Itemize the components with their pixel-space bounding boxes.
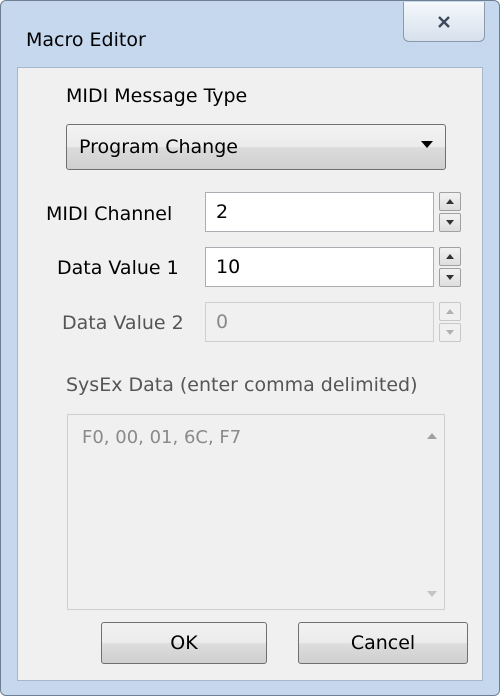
arrow-up-icon bbox=[446, 254, 454, 259]
window-title: Macro Editor bbox=[26, 29, 146, 51]
data-value-1-label: Data Value 1 bbox=[57, 257, 179, 279]
arrow-up-icon bbox=[446, 199, 454, 204]
midi-channel-stepper[interactable] bbox=[439, 192, 461, 232]
ok-button[interactable]: OK bbox=[101, 622, 267, 664]
data-value-1-decrement[interactable] bbox=[439, 268, 461, 287]
sysex-value: F0, 00, 01, 6C, F7 bbox=[82, 427, 242, 448]
arrow-down-icon bbox=[446, 220, 454, 225]
macro-editor-window: Macro Editor MIDI Message Type Program C… bbox=[0, 0, 500, 696]
chevron-down-icon bbox=[421, 141, 433, 148]
midi-channel-decrement[interactable] bbox=[439, 213, 461, 232]
data-value-1-value: 10 bbox=[216, 256, 241, 278]
data-value-2-label: Data Value 2 bbox=[62, 312, 184, 334]
midi-channel-label: MIDI Channel bbox=[46, 203, 173, 225]
scroll-down-icon bbox=[427, 591, 437, 597]
data-value-1-increment[interactable] bbox=[439, 247, 461, 266]
message-type-value: Program Change bbox=[79, 136, 238, 158]
scroll-up-icon bbox=[427, 433, 437, 439]
sysex-textarea: F0, 00, 01, 6C, F7 bbox=[67, 414, 445, 610]
data-value-2-increment bbox=[439, 302, 461, 321]
close-icon bbox=[438, 15, 450, 28]
message-type-dropdown[interactable]: Program Change bbox=[66, 124, 446, 170]
data-value-2-value: 0 bbox=[216, 311, 229, 333]
data-value-2-decrement bbox=[439, 323, 461, 342]
close-button[interactable] bbox=[403, 2, 485, 42]
arrow-up-icon bbox=[446, 309, 454, 314]
midi-channel-increment[interactable] bbox=[439, 192, 461, 211]
arrow-down-icon bbox=[446, 330, 454, 335]
data-value-1-input[interactable]: 10 bbox=[205, 247, 434, 287]
dialog-body: MIDI Message Type Program Change MIDI Ch… bbox=[17, 67, 483, 681]
data-value-1-stepper[interactable] bbox=[439, 247, 461, 287]
message-type-label: MIDI Message Type bbox=[66, 85, 248, 107]
midi-channel-value: 2 bbox=[216, 201, 229, 223]
midi-channel-input[interactable]: 2 bbox=[205, 192, 434, 232]
cancel-button[interactable]: Cancel bbox=[298, 622, 468, 664]
data-value-2-input: 0 bbox=[205, 302, 434, 342]
data-value-2-stepper bbox=[439, 302, 461, 342]
sysex-scrollbar bbox=[418, 415, 444, 609]
arrow-down-icon bbox=[446, 275, 454, 280]
title-bar[interactable]: Macro Editor bbox=[1, 1, 499, 67]
sysex-label: SysEx Data (enter comma delimited) bbox=[66, 374, 418, 396]
